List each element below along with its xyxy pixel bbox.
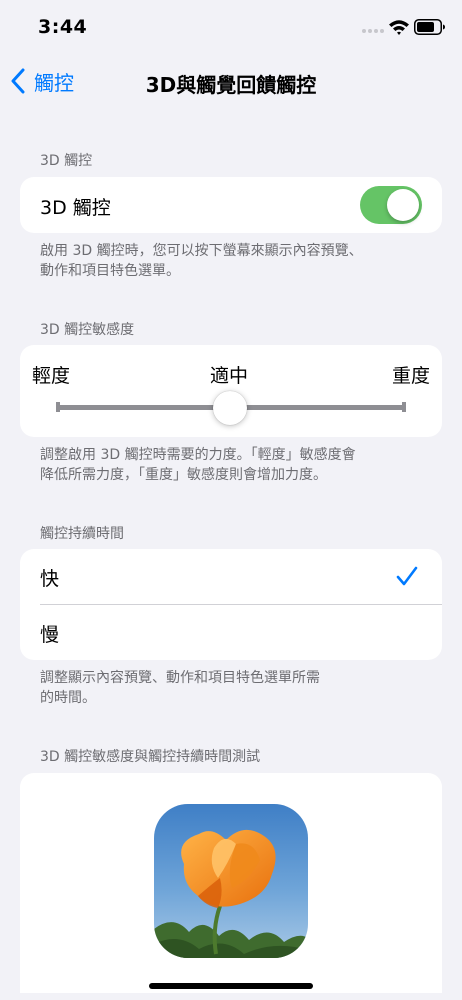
sensitivity-footer: 調整啟用 3D 觸控時需要的力度。「輕度」敏感度會 降低所需力度，「重度」敏感度… [40,445,420,485]
3d-touch-footer: 啟用 3D 觸控時，您可以按下螢幕來顯示內容預覽、 動作和項目特色選單。 [40,241,420,281]
duration-option-label: 快 [40,568,60,590]
3d-touch-footer-line: 啟用 3D 觸控時，您可以按下螢幕來顯示內容預覽、 [40,243,363,259]
sensitivity-firm-label: 重度 [391,365,430,387]
wifi-icon [389,20,409,35]
sensitivity-light-label: 輕度 [32,365,71,387]
sensitivity-footer-line: 調整啟用 3D 觸控時需要的力度。「輕度」敏感度會 [40,447,356,463]
3d-touch-footer-line: 動作和項目特色選單。 [40,263,180,279]
duration-footer: 調整顯示內容預覽、動作和項目特色選單所需 的時間。 [40,668,420,708]
sensitivity-slider-thumb[interactable] [213,391,247,425]
cellular-signal-icon [362,29,384,35]
page-title: 3D與觸覺回饋觸控 [145,73,317,97]
status-time: 3:44 [38,16,88,38]
duration-footer-line: 的時間。 [40,690,96,706]
test-group [20,773,442,993]
3d-touch-toggle[interactable] [360,186,422,224]
section-header-test: 3D 觸控敏感度與觸控持續時間測試 [40,749,261,765]
status-bar: 3:44 [0,0,462,56]
duration-group: 快 慢 [20,549,442,660]
duration-option-slow[interactable]: 慢 [20,605,442,660]
sensitivity-medium-label: 適中 [210,365,249,387]
duration-footer-line: 調整顯示內容預覽、動作和項目特色選單所需 [40,670,320,686]
sensitivity-footer-line: 降低所需力度，「重度」敏感度則會增加力度。 [40,467,327,483]
slider-tick-left [56,402,60,412]
home-indicator[interactable] [149,983,313,989]
section-header-duration: 觸控持續時間 [40,526,124,542]
navigation-bar: 觸控 3D與觸覺回饋觸控 [0,56,462,108]
duration-option-label: 慢 [40,624,60,646]
slider-tick-right [402,402,406,412]
duration-option-fast[interactable]: 快 [20,549,442,605]
poppy-flower-image [154,804,308,958]
sensitivity-group: 輕度 適中 重度 [20,345,442,437]
checkmark-icon [396,566,418,586]
battery-icon [414,19,445,35]
3d-touch-group: 3D 觸控 [20,177,442,233]
3d-touch-test-image[interactable] [154,804,308,958]
section-header-3d-touch: 3D 觸控 [40,153,93,169]
section-header-sensitivity: 3D 觸控敏感度 [40,322,135,338]
3d-touch-label: 3D 觸控 [40,197,111,219]
toggle-knob [387,189,419,221]
